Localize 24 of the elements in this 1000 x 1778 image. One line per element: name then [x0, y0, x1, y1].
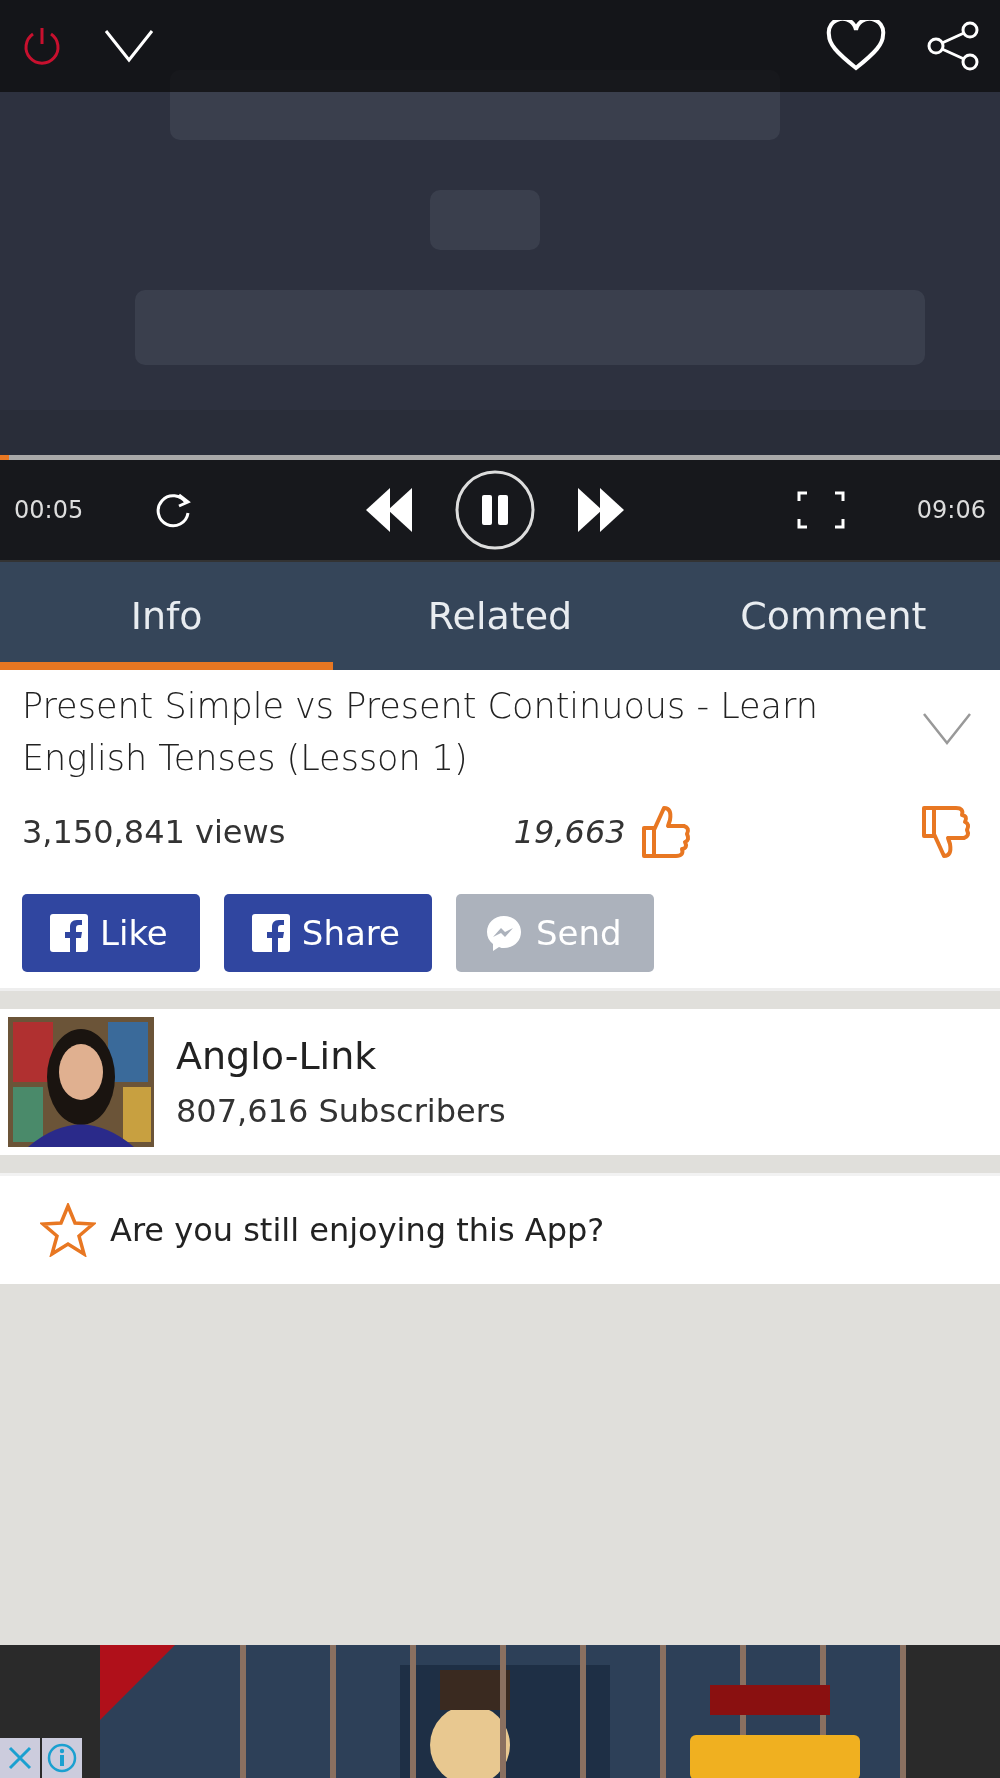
channel-name[interactable]: Anglo-Link	[176, 1034, 506, 1078]
thumbs-down-icon[interactable]	[920, 804, 972, 860]
view-count: 3,150,841 views	[22, 813, 286, 851]
fast-forward-icon[interactable]	[576, 488, 624, 532]
facebook-button[interactable]: Share	[223, 894, 432, 972]
facebook-icon	[50, 914, 88, 952]
facebook-button[interactable]: Like	[22, 894, 200, 972]
tab[interactable]: Related	[333, 562, 667, 670]
fullscreen-icon[interactable]	[796, 491, 845, 529]
rating-prompt[interactable]: Are you still enjoying this App?	[110, 1211, 605, 1249]
replay-icon[interactable]	[155, 491, 194, 529]
video-title: Present Simple vs Present Continuous - Learn English Tenses (Lesson 1)	[22, 685, 819, 780]
duration-time: 09:06	[916, 496, 986, 524]
subscriber-count: 807,616 Subscribers	[176, 1092, 506, 1130]
rewind-icon[interactable]	[366, 488, 414, 532]
heart-icon[interactable]	[826, 20, 886, 72]
facebook-icon	[251, 914, 290, 952]
like-count: 19,663	[513, 813, 626, 851]
star-icon[interactable]	[40, 1203, 96, 1257]
pause-button[interactable]	[454, 469, 536, 551]
elapsed-time: 00:05	[14, 496, 84, 524]
thumbs-up-icon[interactable]	[639, 804, 692, 860]
share-icon[interactable]	[926, 21, 980, 71]
tab[interactable]: Comment	[666, 562, 1000, 670]
